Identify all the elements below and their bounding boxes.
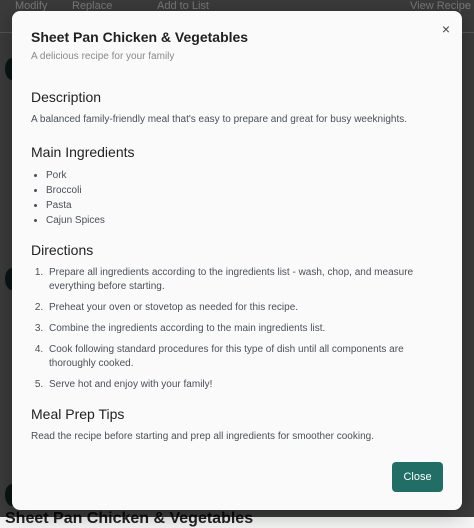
- recipe-modal: Sheet Pan Chicken & Vegetables A delicio…: [12, 11, 462, 510]
- list-item: Prepare all ingredients according to the…: [46, 266, 446, 294]
- ingredients-list: Pork Broccoli Pasta Cajun Spices: [46, 168, 446, 228]
- list-item: Combine the ingredients according to the…: [46, 322, 446, 336]
- list-item: Serve hot and enjoy with your family!: [46, 378, 446, 392]
- list-item: Pork: [46, 168, 446, 183]
- close-button[interactable]: Close: [392, 462, 443, 492]
- description-heading: Description: [31, 89, 102, 105]
- modal-subtitle: A delicious recipe for your family: [31, 51, 175, 62]
- list-item: Pasta: [46, 198, 446, 213]
- modal-title: Sheet Pan Chicken & Vegetables: [31, 29, 249, 45]
- directions-list: Prepare all ingredients according to the…: [46, 266, 446, 392]
- list-item: Preheat your oven or stovetop as needed …: [46, 301, 446, 315]
- list-item: Cook following standard procedures for t…: [46, 343, 446, 371]
- list-item: Cajun Spices: [46, 213, 446, 228]
- directions-heading: Directions: [31, 242, 94, 258]
- tips-heading: Meal Prep Tips: [31, 406, 125, 422]
- close-icon[interactable]: ×: [442, 21, 450, 37]
- description-text: A balanced family-friendly meal that's e…: [31, 114, 408, 125]
- tips-text: Read the recipe before starting and prep…: [31, 431, 374, 442]
- list-item: Broccoli: [46, 183, 446, 198]
- ingredients-heading: Main Ingredients: [31, 144, 135, 160]
